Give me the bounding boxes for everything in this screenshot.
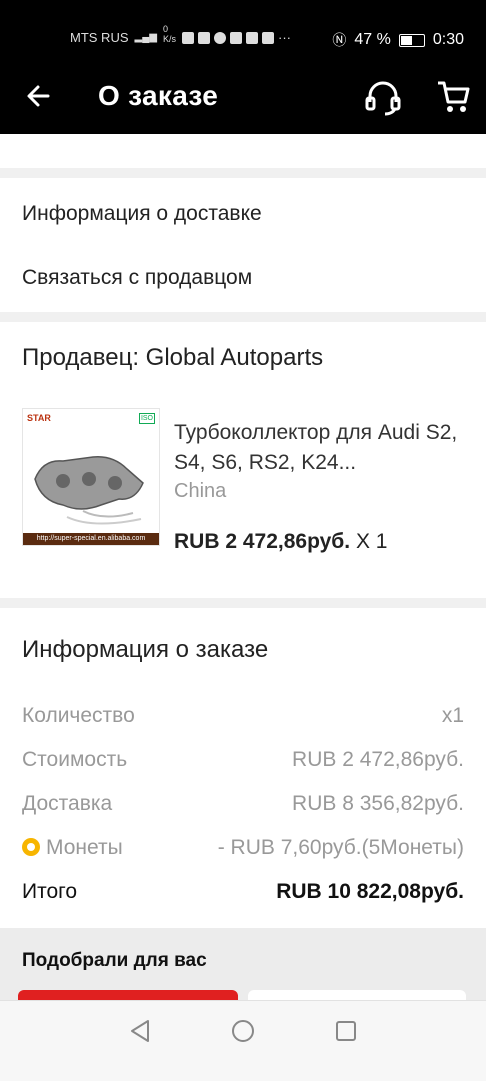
order-info-card: Информация о заказе Количество x1 Стоимо… (0, 608, 486, 928)
status-left: MTS RUS ▂▄▆ 0 K/s ··· (70, 24, 291, 46)
quantity-label: Количество (22, 704, 135, 727)
recommendation-card[interactable] (18, 990, 238, 1000)
shipping-label: Доставка (22, 792, 113, 815)
network-speed: 0 K/s (162, 23, 176, 44)
arrow-left-icon[interactable] (22, 78, 58, 114)
youtube-icon (181, 31, 194, 44)
product-origin: China (174, 480, 227, 502)
nav-home-icon[interactable] (227, 1015, 259, 1047)
product-thumbnail[interactable]: STAR ISO http://super-special.en.alibaba… (22, 408, 160, 546)
status-bar: MTS RUS ▂▄▆ 0 K/s ··· Ⓝ 47 % 0:30 (0, 0, 486, 62)
seller-card: Продавец: Global Autoparts STAR ISO http… (0, 322, 486, 598)
cost-row: Стоимость RUB 2 472,86руб. (22, 748, 464, 772)
clock: 0:30 (432, 31, 464, 48)
carrier-label: MTS RUS (70, 30, 129, 45)
page-title: О заказе (98, 80, 219, 111)
total-value: RUB 10 822,08руб. (276, 880, 464, 903)
recommendation-card[interactable] (248, 990, 466, 1000)
cost-value: RUB 2 472,86руб. (292, 748, 464, 771)
product-price-line: RUB 2 472,86руб. X 1 (174, 530, 387, 554)
coins-label-wrap: Монеты (22, 836, 123, 860)
cost-label: Стоимость (22, 748, 128, 771)
more-icon: ··· (277, 30, 291, 45)
nfc-icon: Ⓝ (332, 32, 347, 48)
product-price: RUB 2 472,86руб. (174, 530, 351, 553)
total-label: Итого (22, 880, 78, 903)
quantity-row: Количество x1 (22, 704, 464, 728)
manifold-image (34, 456, 144, 525)
cart-icon[interactable] (434, 78, 472, 116)
system-nav-bar (0, 1000, 486, 1081)
headset-icon[interactable] (362, 78, 404, 118)
recommendations-section: Подобрали для вас (0, 928, 486, 1000)
app-bar: О заказе (0, 62, 486, 134)
coins-label: Монеты (46, 836, 123, 859)
coins-value: - RUB 7,60руб.(5Монеты) (217, 836, 464, 859)
notification-icons: ··· (181, 30, 291, 45)
total-row: Итого RUB 10 822,08руб. (22, 880, 464, 904)
coin-icon (22, 838, 40, 856)
product-name[interactable]: Турбоколлектор для Audi S2, S4, S6, RS2,… (174, 418, 464, 478)
app-icon (261, 31, 274, 44)
seller-name[interactable]: Продавец: Global Autoparts (22, 344, 323, 372)
links-card: Информация о доставке Связаться с продав… (0, 178, 486, 312)
quantity-value: x1 (441, 704, 464, 727)
battery-percent: 47 % (354, 31, 391, 48)
shipping-value: RUB 8 356,82руб. (292, 792, 464, 815)
signal-icon: ▂▄▆ (134, 32, 157, 43)
search-icon (213, 31, 226, 44)
order-info-title: Информация о заказе (22, 636, 269, 663)
coins-row: Монеты - RUB 7,60руб.(5Монеты) (22, 836, 464, 860)
mail-icon (245, 31, 258, 44)
message-icon (229, 31, 242, 44)
nav-back-icon[interactable] (124, 1015, 156, 1047)
contact-seller-link[interactable]: Связаться с продавцом (22, 266, 252, 290)
thumb-url: http://super-special.en.alibaba.com (23, 533, 159, 545)
top-card (0, 134, 486, 168)
status-right: Ⓝ 47 % 0:30 (332, 30, 464, 50)
battery-icon (398, 33, 425, 47)
delivery-info-link[interactable]: Информация о доставке (22, 202, 262, 226)
product-qty: X 1 (350, 530, 388, 553)
shipping-row: Доставка RUB 8 356,82руб. (22, 792, 464, 816)
camera-icon (197, 31, 210, 44)
recommendations-title: Подобрали для вас (22, 950, 207, 971)
nav-recents-icon[interactable] (330, 1015, 362, 1047)
